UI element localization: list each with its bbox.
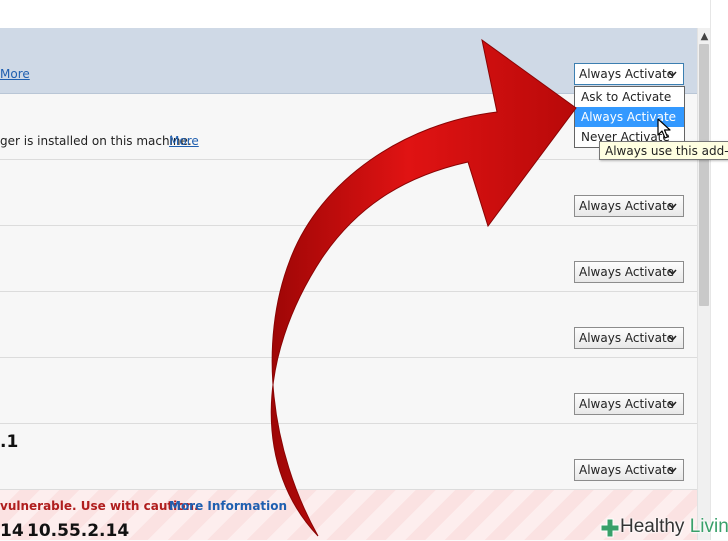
dropdown-value: Always Activate [579, 463, 675, 477]
activation-dropdown[interactable]: Always Activate [574, 63, 684, 85]
chevron-down-icon [668, 71, 677, 78]
activation-dropdown[interactable]: Always Activate [574, 393, 684, 415]
addon-description: ger is installed on this machine. [0, 134, 192, 148]
chevron-down-icon [668, 335, 677, 342]
addon-row[interactable]: More Always Activate [0, 28, 697, 94]
tooltip: Always use this add-on [599, 141, 728, 160]
more-information-link[interactable]: More Information [169, 499, 287, 513]
addon-version: .1 [0, 432, 19, 452]
addon-row[interactable]: Always Activate [0, 226, 697, 292]
dropdown-value: Always Activate [579, 199, 675, 213]
plus-cross-icon [600, 518, 620, 538]
mouse-pointer-icon [657, 118, 671, 139]
top-toolbar [0, 0, 710, 29]
watermark-text: Healthy [620, 516, 685, 537]
addon-row-warning[interactable]: vulnerable. Use with caution. More Infor… [0, 490, 697, 541]
addon-version: 14 [0, 521, 24, 541]
dropdown-value: Always Activate [579, 67, 675, 81]
more-link[interactable]: More [0, 67, 30, 81]
watermark-text-accent: Living [689, 516, 728, 537]
more-link[interactable]: More [169, 134, 199, 148]
activation-dropdown[interactable]: Always Activate [574, 195, 684, 217]
chevron-down-icon [668, 401, 677, 408]
dropdown-value: Always Activate [579, 265, 675, 279]
activation-dropdown[interactable]: Always Activate [574, 327, 684, 349]
addon-version: 10.55.2.14 [27, 521, 130, 541]
option-ask-to-activate[interactable]: Ask to Activate [575, 87, 684, 107]
dropdown-value: Always Activate [579, 397, 675, 411]
scrollbar-thumb[interactable] [699, 44, 709, 306]
healthy-living-watermark: Healthy Living [598, 515, 728, 540]
chevron-down-icon [668, 269, 677, 276]
addon-row[interactable]: Always Activate [0, 358, 697, 424]
chevron-down-icon [668, 203, 677, 210]
addon-row[interactable]: Always Activate [0, 160, 697, 226]
addon-row[interactable]: .1 Always Activate [0, 424, 697, 490]
chevron-down-icon [668, 467, 677, 474]
vertical-scrollbar[interactable]: ▲ [697, 28, 711, 540]
addon-row[interactable]: Always Activate [0, 292, 697, 358]
activation-dropdown[interactable]: Always Activate [574, 261, 684, 283]
window-edge [710, 0, 728, 540]
dropdown-value: Always Activate [579, 331, 675, 345]
activation-dropdown[interactable]: Always Activate [574, 459, 684, 481]
